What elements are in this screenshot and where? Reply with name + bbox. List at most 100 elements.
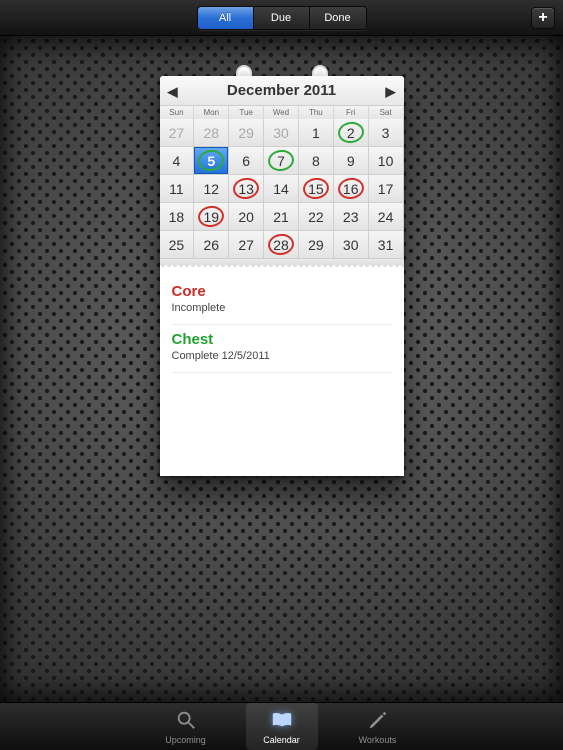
calendar-day[interactable]: 30	[264, 119, 299, 147]
torn-edge	[160, 259, 404, 269]
day-number: 18	[169, 209, 185, 225]
calendar-card: ◀ December 2011 ▶ SunMonTueWedThuFriSat …	[160, 76, 404, 476]
day-number: 12	[203, 181, 219, 197]
calendar-day[interactable]: 20	[229, 203, 264, 231]
day-marker-red	[197, 204, 226, 228]
calendar-day[interactable]: 27	[160, 119, 195, 147]
calendar-day[interactable]: 10	[369, 147, 404, 175]
add-button[interactable]: +	[531, 7, 555, 29]
note-title: Core	[172, 283, 392, 300]
day-number: 3	[382, 125, 390, 141]
day-number: 11	[169, 181, 184, 197]
calendar-day[interactable]: 28	[264, 231, 299, 259]
calendar-title: December 2011	[227, 82, 336, 99]
calendar-day[interactable]: 17	[369, 175, 404, 203]
notes-list: Core Incomplete Chest Complete 12/5/2011	[160, 269, 404, 476]
tab-bar: Upcoming Calendar Workouts	[0, 702, 563, 750]
calendar-day[interactable]: 27	[229, 231, 264, 259]
tab-calendar[interactable]: Calendar	[246, 703, 318, 750]
calendar-day[interactable]: 3	[369, 119, 404, 147]
calendar-day[interactable]: 22	[299, 203, 334, 231]
calendar-day[interactable]: 13	[229, 175, 264, 203]
day-marker-green	[336, 120, 365, 144]
calendar-day[interactable]: 25	[160, 231, 195, 259]
day-marker-red	[267, 232, 296, 256]
calendar-day[interactable]: 21	[264, 203, 299, 231]
calendar-day[interactable]: 1	[299, 119, 334, 147]
calendar-day[interactable]: 7	[264, 147, 299, 175]
next-month-button[interactable]: ▶	[384, 84, 398, 100]
calendar-day[interactable]: 26	[194, 231, 229, 259]
calendar-day[interactable]: 5	[194, 147, 229, 175]
weekday-label: Fri	[334, 106, 369, 119]
calendar-header: ◀ December 2011 ▶	[160, 76, 404, 106]
calendar-day[interactable]: 30	[334, 231, 369, 259]
day-marker-red	[232, 176, 261, 200]
day-number: 22	[308, 209, 324, 225]
calendar-day[interactable]: 31	[369, 231, 404, 259]
calendar-day[interactable]: 11	[160, 175, 195, 203]
calendar-day[interactable]: 24	[369, 203, 404, 231]
weekday-label: Sat	[369, 106, 404, 119]
day-number: 23	[343, 209, 359, 225]
calendar-day[interactable]: 16	[334, 175, 369, 203]
calendar-day[interactable]: 14	[264, 175, 299, 203]
weekday-label: Wed	[264, 106, 299, 119]
calendar-day[interactable]: 15	[299, 175, 334, 203]
calendar-day[interactable]: 23	[334, 203, 369, 231]
segment-all[interactable]: All	[198, 7, 254, 29]
weekday-label: Thu	[299, 106, 334, 119]
day-number: 10	[378, 153, 394, 169]
segment-done[interactable]: Done	[310, 7, 366, 29]
tab-label: Upcoming	[165, 735, 206, 745]
weekday-row: SunMonTueWedThuFriSat	[160, 106, 404, 119]
day-marker-red	[302, 176, 331, 200]
note-item[interactable]: Core Incomplete	[172, 277, 392, 325]
search-icon	[174, 709, 198, 733]
weekday-label: Sun	[160, 106, 195, 119]
calendar-grid: 2728293012345678910111213141516171819202…	[160, 119, 404, 259]
note-subtitle: Complete 12/5/2011	[172, 350, 392, 362]
note-item[interactable]: Chest Complete 12/5/2011	[172, 325, 392, 373]
day-number: 28	[203, 125, 219, 141]
day-number: 24	[378, 209, 394, 225]
day-number: 30	[343, 237, 359, 253]
day-marker-green	[267, 148, 296, 172]
content-area: ◀ December 2011 ▶ SunMonTueWedThuFriSat …	[0, 36, 563, 702]
day-number: 29	[238, 125, 254, 141]
day-number: 8	[312, 153, 320, 169]
day-number: 6	[242, 153, 250, 169]
calendar-day[interactable]: 4	[160, 147, 195, 175]
segment-due[interactable]: Due	[254, 7, 310, 29]
day-number: 1	[312, 125, 320, 141]
calendar-day[interactable]: 18	[160, 203, 195, 231]
calendar-day[interactable]: 29	[299, 231, 334, 259]
prev-month-button[interactable]: ◀	[166, 84, 180, 100]
calendar-day[interactable]: 2	[334, 119, 369, 147]
calendar-day[interactable]: 19	[194, 203, 229, 231]
day-marker-green	[197, 148, 226, 172]
top-toolbar: AllDueDone +	[0, 0, 563, 36]
calendar-day[interactable]: 29	[229, 119, 264, 147]
day-number: 14	[273, 181, 289, 197]
tab-label: Calendar	[263, 735, 300, 745]
tab-upcoming[interactable]: Upcoming	[150, 703, 222, 750]
plus-icon: +	[538, 9, 547, 27]
filter-segmented-control: AllDueDone	[197, 6, 367, 30]
pencil-icon	[366, 709, 390, 733]
calendar-day[interactable]: 8	[299, 147, 334, 175]
day-number: 4	[173, 153, 181, 169]
calendar-day[interactable]: 6	[229, 147, 264, 175]
book-icon	[270, 709, 294, 733]
calendar-day[interactable]: 28	[194, 119, 229, 147]
tab-label: Workouts	[359, 735, 397, 745]
day-number: 20	[238, 209, 254, 225]
day-number: 29	[308, 237, 324, 253]
tab-workouts[interactable]: Workouts	[342, 703, 414, 750]
calendar-day[interactable]: 9	[334, 147, 369, 175]
day-number: 30	[273, 125, 289, 141]
note-title: Chest	[172, 331, 392, 348]
weekday-label: Tue	[229, 106, 264, 119]
calendar-day[interactable]: 12	[194, 175, 229, 203]
note-subtitle: Incomplete	[172, 302, 392, 314]
